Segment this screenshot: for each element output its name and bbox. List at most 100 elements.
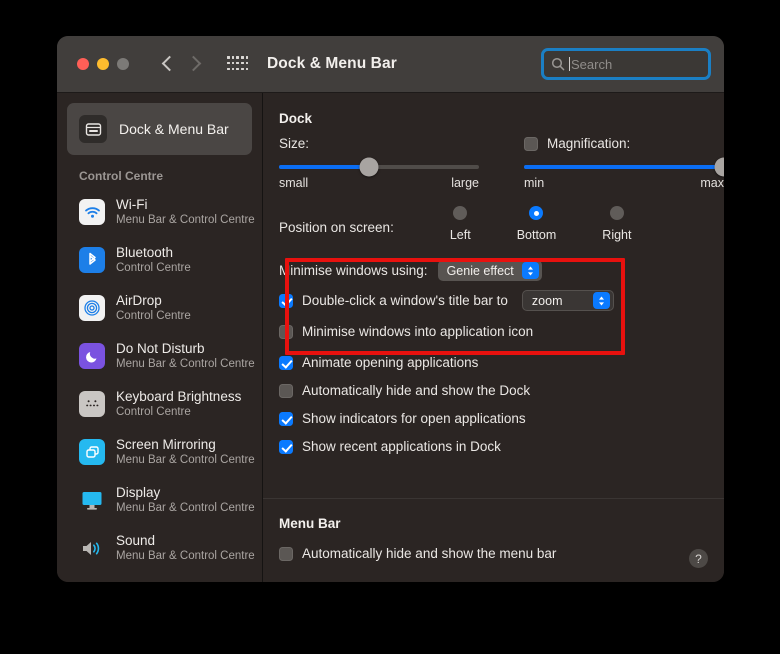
radio-bottom[interactable] (529, 206, 544, 220)
position-option-label: Bottom (516, 228, 557, 242)
auto-hide-dock-control: Automatically hide and show the Dock (279, 378, 724, 403)
magnification-checkbox[interactable] (524, 136, 538, 151)
minimise-into-icon-label: Minimise windows into application icon (302, 324, 534, 339)
radio-right[interactable] (609, 206, 624, 220)
sidebar-selected-label: Dock & Menu Bar (119, 121, 229, 137)
minimise-using-label: Minimise windows using: (279, 263, 428, 278)
search-placeholder: Search (571, 56, 613, 72)
wifi-icon (79, 199, 105, 225)
position-option-right[interactable]: Right (602, 206, 631, 242)
chevron-updown-icon (592, 292, 610, 309)
double-click-action-popup[interactable]: zoom (521, 290, 614, 311)
double-click-checkbox[interactable] (279, 293, 293, 308)
sidebar-item-dock-menu-bar[interactable]: Dock & Menu Bar (67, 103, 252, 155)
page-title: Dock & Menu Bar (267, 55, 397, 72)
sidebar-item-sublabel: Menu Bar & Control Centre (116, 358, 255, 371)
sidebar-item-sublabel: Control Centre (116, 406, 191, 419)
system-preferences-window: Dock & Menu Bar Search Dock & Menu Bar C… (57, 36, 724, 582)
dock-magnification-control: Magnification: min max (524, 136, 724, 190)
navigation-buttons (157, 52, 205, 76)
sidebar-item-sublabel: Control Centre (116, 262, 191, 275)
animate-opening-control: Animate opening applications (279, 350, 724, 375)
minimise-into-icon-control: Minimise windows into application icon (279, 319, 724, 344)
sidebar-item-sublabel: Menu Bar & Control Centre (116, 454, 255, 467)
close-button[interactable] (77, 58, 89, 70)
sidebar-item-label: Keyboard Brightness (116, 388, 242, 404)
menu-bar-auto-hide-control: Automatically hide and show the menu bar (279, 541, 724, 566)
sidebar-item-bluetooth[interactable]: Bluetooth Control Centre (57, 236, 262, 284)
dock-magnification-slider[interactable]: min max (524, 157, 724, 190)
text-cursor (569, 57, 570, 71)
double-click-label: Double-click a window's title bar to (302, 293, 508, 308)
sidebar-item-label: Bluetooth (116, 244, 174, 260)
minimise-effect-value: Genie effect (446, 263, 514, 278)
sidebar-item-label: Do Not Disturb (116, 340, 205, 356)
sidebar-item-sublabel: Menu Bar & Control Centre (116, 550, 255, 563)
double-click-title-bar-control: Double-click a window's title bar to zoo… (279, 290, 724, 311)
auto-hide-dock-checkbox[interactable] (279, 383, 293, 398)
airdrop-icon (79, 295, 105, 321)
auto-hide-dock-label: Automatically hide and show the Dock (302, 383, 531, 398)
menu-bar-auto-hide-checkbox[interactable] (279, 546, 293, 561)
dock-size-max-label: large (451, 176, 479, 190)
dock-size-label: Size: (279, 136, 310, 151)
magnification-max-label: max (700, 176, 724, 190)
screen-mirroring-icon (79, 439, 105, 465)
sidebar-item-screen-mirroring[interactable]: Screen Mirroring Menu Bar & Control Cent… (57, 428, 262, 476)
traffic-lights (77, 58, 129, 70)
sidebar-item-sublabel: Control Centre (116, 310, 191, 323)
show-indicators-label: Show indicators for open applications (302, 411, 526, 426)
sidebar-item-label: Screen Mirroring (116, 436, 216, 452)
section-divider (263, 498, 724, 499)
sidebar-item-label: Display (116, 484, 161, 500)
chevron-updown-icon (521, 262, 539, 279)
show-recents-control: Show recent applications in Dock (279, 434, 724, 459)
position-option-left[interactable]: Left (450, 206, 471, 242)
sidebar-item-display[interactable]: Display Menu Bar & Control Centre (57, 476, 262, 524)
keyboard-brightness-icon (79, 391, 105, 417)
minimise-into-icon-checkbox[interactable] (279, 324, 293, 339)
minimize-button[interactable] (97, 58, 109, 70)
show-indicators-checkbox[interactable] (279, 411, 293, 426)
sidebar-item-sublabel: Menu Bar & Control Centre (116, 502, 255, 515)
sidebar-item-wi-fi[interactable]: Wi-Fi Menu Bar & Control Centre (57, 188, 262, 236)
dock-size-slider[interactable]: small large (279, 157, 479, 190)
radio-left[interactable] (453, 206, 468, 220)
show-indicators-control: Show indicators for open applications (279, 406, 724, 431)
search-icon (551, 57, 565, 71)
sidebar-item-keyboard-brightness[interactable]: Keyboard Brightness Control Centre (57, 380, 262, 428)
sidebar-item-do-not-disturb[interactable]: Do Not Disturb Menu Bar & Control Centre (57, 332, 262, 380)
sidebar-item-label: Sound (116, 532, 156, 548)
help-button[interactable]: ? (689, 549, 708, 568)
sidebar-item-label: Wi-Fi (116, 196, 148, 212)
animate-opening-checkbox[interactable] (279, 355, 293, 370)
show-recents-label: Show recent applications in Dock (302, 439, 501, 454)
animate-opening-label: Animate opening applications (302, 355, 479, 370)
position-label: Position on screen: (279, 220, 394, 235)
magnification-label: Magnification: (547, 136, 631, 151)
main-content: Dock Size: small large Magnification: mi… (263, 93, 724, 582)
double-click-action-value: zoom (531, 293, 563, 308)
search-field[interactable]: Search (541, 48, 711, 80)
menu-bar-auto-hide-label: Automatically hide and show the menu bar (302, 546, 557, 561)
sidebar[interactable]: Dock & Menu Bar Control Centre Wi-Fi Men… (57, 93, 263, 582)
position-on-screen-control: Position on screen: Left Bottom Right (279, 206, 724, 242)
menu-bar-section-title: Menu Bar (279, 516, 341, 531)
sidebar-item-airdrop[interactable]: AirDrop Control Centre (57, 284, 262, 332)
bluetooth-icon (79, 247, 105, 273)
show-all-grid-icon[interactable] (227, 56, 249, 72)
do-not-disturb-icon (79, 343, 105, 369)
back-chevron-icon[interactable] (157, 52, 179, 76)
zoom-button[interactable] (117, 58, 129, 70)
show-recents-checkbox[interactable] (279, 439, 293, 454)
sidebar-item-sound[interactable]: Sound Menu Bar & Control Centre (57, 524, 262, 572)
sidebar-section-header: Control Centre (79, 169, 163, 183)
display-icon (79, 487, 105, 513)
forward-chevron-icon[interactable] (183, 52, 205, 76)
dock-size-min-label: small (279, 176, 309, 190)
sound-icon (79, 535, 105, 561)
minimise-effect-popup[interactable]: Genie effect (437, 260, 542, 281)
position-option-label: Right (602, 228, 632, 242)
dock-section-title: Dock (279, 111, 313, 126)
position-option-bottom[interactable]: Bottom (516, 206, 557, 242)
